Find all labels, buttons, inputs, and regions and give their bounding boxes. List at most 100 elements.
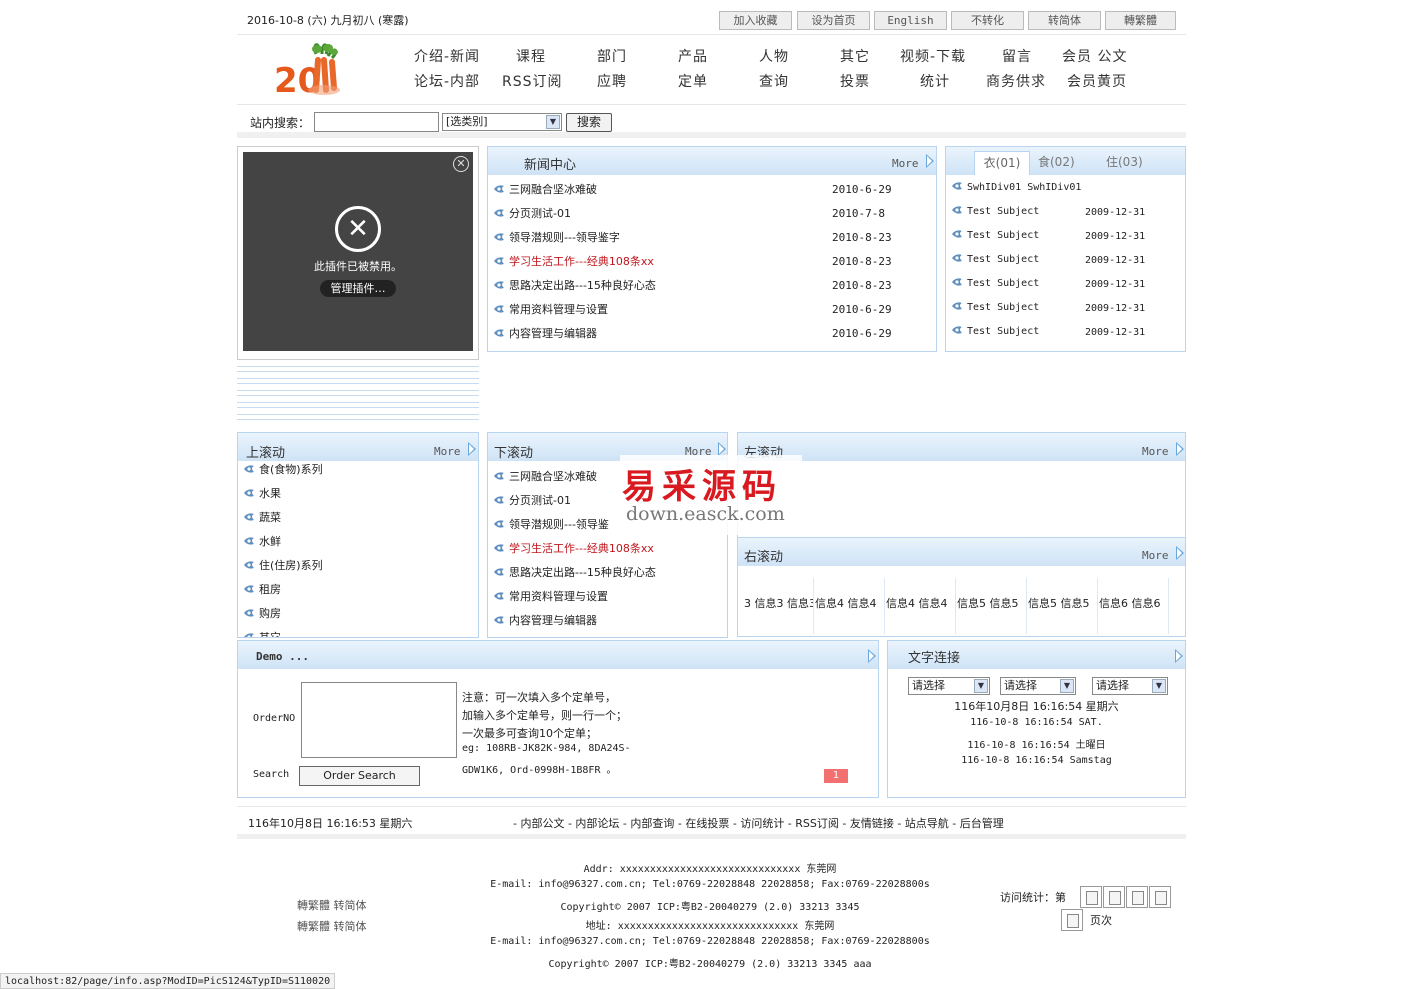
lang-switch-2[interactable]: 轉繁體 转简体 xyxy=(297,918,367,934)
news-item[interactable]: 学习生活工作---经典108条xx xyxy=(493,253,654,271)
nav-member-docs[interactable]: 会员 公文 xyxy=(1062,46,1127,66)
lang-switch-1[interactable]: 轉繁體 转简体 xyxy=(297,897,367,913)
page-badge[interactable]: 1 xyxy=(824,769,848,783)
bullet-icon xyxy=(243,584,255,594)
tab-clothing[interactable]: 衣(01) xyxy=(974,151,1030,175)
nav-rss[interactable]: RSS订阅 xyxy=(502,71,563,91)
set-homepage-button[interactable]: 设为首页 xyxy=(797,11,870,30)
link-time-line: 116-10-8 16:16:54 土曜日 xyxy=(967,740,1106,751)
nav-orders[interactable]: 定单 xyxy=(678,71,708,91)
scroll-up-item[interactable]: 水果 xyxy=(243,485,281,503)
nav-stats[interactable]: 统计 xyxy=(920,71,950,91)
scroll-down-item[interactable]: 常用资料管理与设置 xyxy=(493,588,608,606)
scroll-down-item-label: 内容管理与编辑器 xyxy=(509,614,597,627)
scroll-right-item[interactable]: 信息4 信息4 xyxy=(815,578,885,634)
tab-list-item[interactable]: Test Subject xyxy=(951,325,1039,343)
category-select[interactable]: [选类别] ▼ xyxy=(442,113,562,131)
link-select[interactable]: 请选择 ▼ xyxy=(1092,677,1168,695)
scroll-up-item[interactable]: 购房 xyxy=(243,605,281,623)
scroll-up-item[interactable]: 住(住房)系列 xyxy=(243,557,323,575)
scroll-right-item[interactable]: 信息5 信息5 xyxy=(1028,578,1098,634)
nav-member-yellowpages[interactable]: 会员黄页 xyxy=(1067,71,1127,91)
scroll-right-item[interactable]: 信息5 信息5 xyxy=(957,578,1027,634)
scroll-up-item[interactable]: 其它 xyxy=(243,629,281,637)
link-select[interactable]: 请选择 ▼ xyxy=(908,677,990,695)
news-item[interactable]: 思路决定出路---15种良好心态 xyxy=(493,277,656,295)
scroll-right-item[interactable]: 信息6 信息6 xyxy=(1099,578,1169,634)
bullet-icon xyxy=(243,536,255,546)
tab-list-item[interactable]: Test Subject xyxy=(951,229,1039,247)
nav-business[interactable]: 商务供求 xyxy=(986,71,1046,91)
nav-vote[interactable]: 投票 xyxy=(840,71,870,91)
order-search-button[interactable]: Order Search xyxy=(299,766,420,786)
bullet-icon xyxy=(493,184,505,194)
site-logo[interactable]: 20 xyxy=(272,40,352,101)
english-button[interactable]: English xyxy=(874,11,947,30)
arrow-right-icon xyxy=(1176,442,1184,456)
nav-video-download[interactable]: 视频-下载 xyxy=(900,46,966,66)
scroll-up-item-label: 水鲜 xyxy=(259,535,281,548)
news-item[interactable]: 分页测试-01 xyxy=(493,205,571,223)
tab-list-item[interactable]: SwhIDiv01 SwhIDiv01 xyxy=(951,181,1081,199)
nav-forum-internal[interactable]: 论坛-内部 xyxy=(414,71,480,91)
news-more-link[interactable]: More xyxy=(892,157,919,170)
news-item-date: 2010-7-8 xyxy=(832,207,885,220)
tab-item-title: Test Subject xyxy=(967,278,1040,289)
tab-food[interactable]: 食(02) xyxy=(1038,153,1075,170)
scroll-down-item-label: 学习生活工作---经典108条xx xyxy=(509,542,654,555)
order-no-textarea[interactable] xyxy=(301,682,457,758)
nav-intro-news[interactable]: 介绍-新闻 xyxy=(414,46,480,66)
scroll-down-item[interactable]: 内容管理与编辑器 xyxy=(493,612,597,630)
bullet-icon xyxy=(243,512,255,522)
scroll-down-item[interactable]: 分页测试-01 xyxy=(493,492,571,510)
scroll-up-more-link[interactable]: More xyxy=(434,445,461,458)
nav-people[interactable]: 人物 xyxy=(759,46,789,66)
no-convert-button[interactable]: 不转化 xyxy=(951,11,1024,30)
search-input[interactable] xyxy=(314,112,439,132)
link-select[interactable]: 请选择 ▼ xyxy=(1000,677,1076,695)
text-links-panel: 文字连接 请选择 ▼ 请选择 ▼ 请选择 ▼ 116年10月8日 16:16:54 星期六… xyxy=(887,640,1186,798)
scroll-right-item[interactable]: 信息4 信息4 xyxy=(886,578,956,634)
tab-list-item[interactable]: Test Subject xyxy=(951,253,1039,271)
search-button[interactable]: 搜索 xyxy=(566,113,612,132)
arrow-right-icon xyxy=(868,649,876,663)
scroll-up-item[interactable]: 食(食物)系列 xyxy=(243,461,323,479)
news-item[interactable]: 内容管理与编辑器 xyxy=(493,325,597,343)
news-item[interactable]: 常用资料管理与设置 xyxy=(493,301,608,319)
nav-products[interactable]: 产品 xyxy=(678,46,708,66)
scroll-left-panel: 左滚动 More xyxy=(737,432,1186,538)
scroll-right-more-link[interactable]: More xyxy=(1142,549,1169,562)
tab-housing[interactable]: 住(03) xyxy=(1106,153,1143,170)
watermark-cn: 易采源码 xyxy=(622,467,782,507)
blocked-icon: ✕ xyxy=(335,206,381,252)
manage-plugin-button[interactable]: 管理插件… xyxy=(320,280,396,297)
scroll-left-more-link[interactable]: More xyxy=(1142,445,1169,458)
scroll-down-item[interactable]: 学习生活工作---经典108条xx xyxy=(493,540,654,558)
scroll-up-item[interactable]: 水鲜 xyxy=(243,533,281,551)
bottom-links[interactable]: - 内部公文 - 内部论坛 - 内部查询 - 在线投票 - 访问统计 - RSS… xyxy=(513,815,1004,831)
scroll-right-title: 右滚动 xyxy=(744,550,784,565)
nav-courses[interactable]: 课程 xyxy=(516,46,546,66)
nav-jobs[interactable]: 应聘 xyxy=(597,71,627,91)
to-traditional-button[interactable]: 轉繁體 xyxy=(1105,11,1176,30)
news-item[interactable]: 三网融合坚冰难破 xyxy=(493,181,597,199)
scroll-up-item[interactable]: 租房 xyxy=(243,581,281,599)
nav-other[interactable]: 其它 xyxy=(840,46,870,66)
close-icon[interactable]: ✕ xyxy=(453,156,469,172)
tab-list-item[interactable]: Test Subject xyxy=(951,277,1039,295)
nav-query[interactable]: 查询 xyxy=(759,71,789,91)
tab-list-item[interactable]: Test Subject xyxy=(951,301,1039,319)
scroll-down-item[interactable]: 思路决定出路---15种良好心态 xyxy=(493,564,656,582)
scroll-down-item[interactable]: 三网融合坚冰难破 xyxy=(493,468,597,486)
scroll-down-item[interactable]: 领导潜规则---领导鉴 xyxy=(493,516,609,534)
divider xyxy=(237,34,1186,35)
nav-message[interactable]: 留言 xyxy=(1002,46,1032,66)
scroll-up-item[interactable]: 蔬菜 xyxy=(243,509,281,527)
to-simplified-button[interactable]: 转简体 xyxy=(1028,11,1101,30)
scroll-right-item[interactable]: 3 信息3 信息3 xyxy=(744,578,814,634)
nav-departments[interactable]: 部门 xyxy=(597,46,627,66)
arrow-right-icon xyxy=(1175,649,1183,663)
add-favorite-button[interactable]: 加入收藏 xyxy=(719,11,792,30)
news-item[interactable]: 领导潜规则---领导鉴字 xyxy=(493,229,620,247)
tab-list-item[interactable]: Test Subject xyxy=(951,205,1039,223)
